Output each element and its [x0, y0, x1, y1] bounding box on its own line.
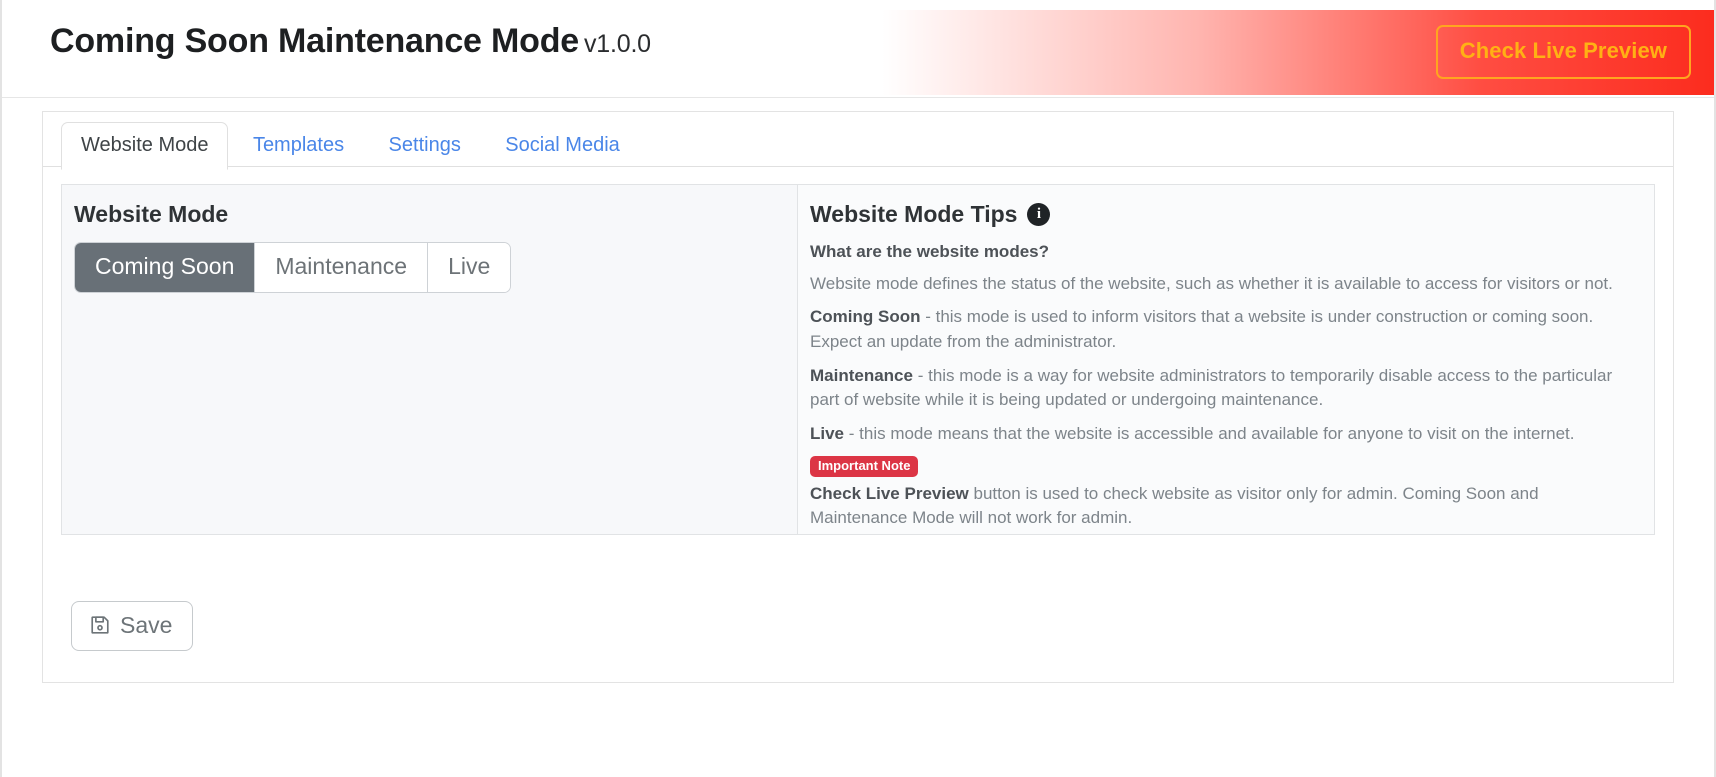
tips-heading: Website Mode Tips i	[810, 201, 1640, 229]
website-mode-button-group: Coming Soon Maintenance Live	[74, 241, 512, 294]
app-header: Coming Soon Maintenance Mode v1.0.0 Check…	[2, 0, 1714, 98]
page-title-text: Coming Soon Maintenance Mode	[50, 22, 579, 60]
tab-templates[interactable]: Templates	[233, 122, 364, 170]
tips-coming-soon-term: Coming Soon	[810, 307, 921, 327]
version-label: v1.0.0	[583, 30, 651, 58]
main-card: Website Mode Templates Settings Social M…	[42, 111, 1674, 683]
tips-intro: Website mode defines the status of the w…	[810, 273, 1613, 293]
tips-note-term: Check Live Preview	[810, 483, 969, 503]
mode-option-live[interactable]: Live	[427, 242, 511, 293]
tab-settings[interactable]: Settings	[369, 122, 481, 170]
tips-live-term: Live	[810, 423, 845, 443]
tips-live-desc: - this mode means that the website is ac…	[844, 423, 1575, 443]
important-note-badge: Important Note	[810, 455, 919, 477]
tips-live: Live - this mode means that the website …	[810, 422, 1640, 447]
website-mode-panels: Website Mode Coming Soon Maintenance Liv…	[61, 184, 1655, 535]
website-mode-panel: Website Mode Coming Soon Maintenance Liv…	[62, 185, 798, 534]
save-button[interactable]: Save	[71, 601, 194, 652]
tips-coming-soon: Coming Soon - this mode is used to infor…	[810, 305, 1640, 354]
tips-question: What are the website modes?	[810, 241, 1049, 261]
page-title: Coming Soon Maintenance Mode v1.0.0	[50, 22, 651, 61]
mode-option-maintenance[interactable]: Maintenance	[254, 242, 428, 293]
website-mode-tips-panel: Website Mode Tips i What are the website…	[798, 185, 1654, 534]
website-mode-heading: Website Mode	[74, 201, 229, 227]
tips-heading-label: Website Mode Tips	[810, 201, 1018, 227]
mode-option-coming-soon[interactable]: Coming Soon	[75, 242, 255, 293]
tips-note: Check Live Preview button is used to che…	[810, 482, 1640, 531]
save-button-label: Save	[120, 612, 173, 638]
tips-maintenance-desc: - this mode is a way for website adminis…	[810, 365, 1613, 410]
tips-maintenance: Maintenance - this mode is a way for web…	[810, 364, 1640, 413]
tab-bar: Website Mode Templates Settings Social M…	[43, 112, 1673, 170]
tab-website-mode[interactable]: Website Mode	[61, 122, 229, 170]
important-note-wrap: Important Note	[810, 455, 1640, 482]
tips-maintenance-term: Maintenance	[810, 365, 913, 385]
info-icon[interactable]: i	[1027, 203, 1051, 227]
tips-coming-soon-desc: - this mode is used to inform visitors t…	[810, 307, 1594, 351]
app-window: Coming Soon Maintenance Mode v1.0.0 Check…	[0, 0, 1716, 777]
tab-social-media[interactable]: Social Media	[485, 122, 640, 170]
floppy-disk-icon	[89, 614, 111, 636]
footer-actions: Save	[43, 535, 1673, 652]
check-live-preview-button[interactable]: Check Live Preview	[1435, 25, 1691, 79]
